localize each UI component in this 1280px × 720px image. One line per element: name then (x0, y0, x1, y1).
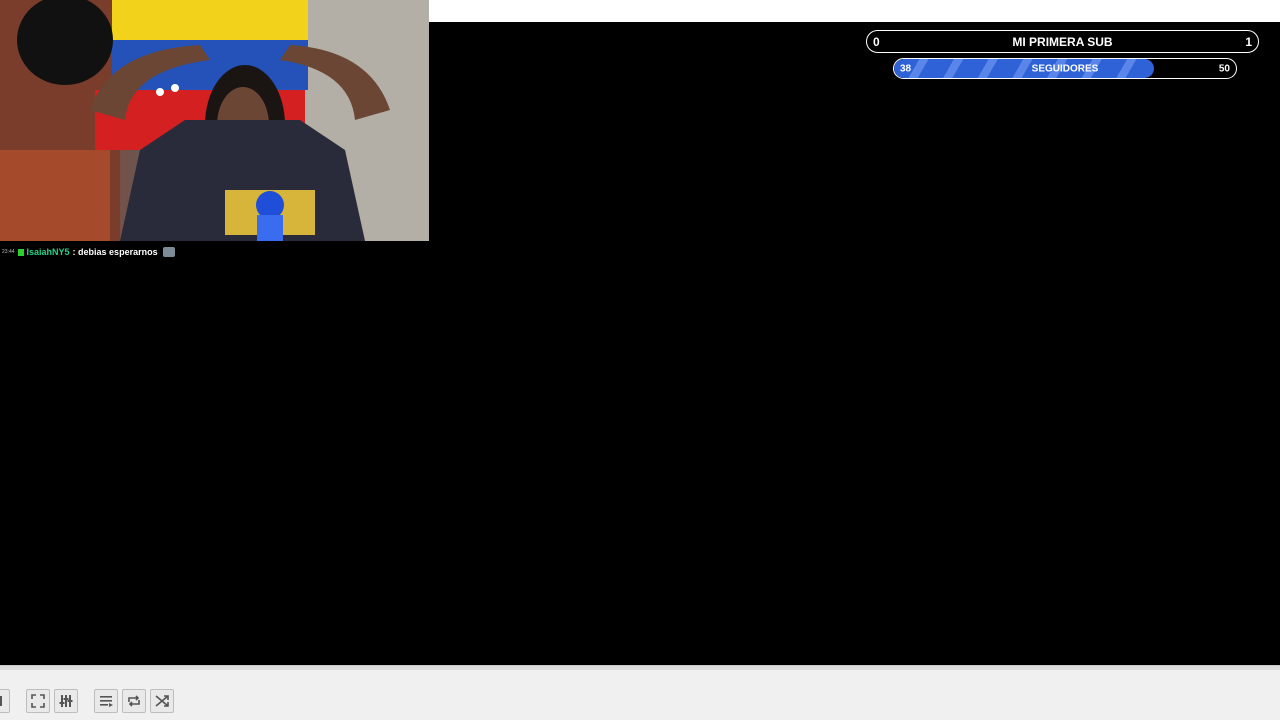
skip-icon[interactable] (0, 689, 10, 713)
shuffle-icon[interactable] (150, 689, 174, 713)
sub-goal-max: 1 (1245, 34, 1252, 49)
chat-message: 23:44 IsaiahNY5 : debias esperarnos (2, 246, 175, 258)
badge-icon (17, 248, 24, 256)
loop-icon[interactable] (122, 689, 146, 713)
top-strip (429, 0, 1280, 22)
followers-goal-bar: 38 SEGUIDORES 50 (893, 58, 1237, 79)
chat-text: : debias esperarnos (72, 247, 158, 257)
webcam-feed (0, 0, 429, 241)
chat-username: IsaiahNY5 (26, 247, 70, 257)
webcam-image (0, 0, 429, 241)
followers-goal-max: 50 (1218, 63, 1230, 74)
player-controls (0, 670, 1280, 720)
sub-goal-bar: 0 MI PRIMERA SUB 1 (866, 30, 1259, 53)
equalizer-icon[interactable] (54, 689, 78, 713)
fullscreen-icon[interactable] (26, 689, 50, 713)
sub-goal-title: MI PRIMERA SUB (1012, 34, 1113, 49)
video-output: 23:44 IsaiahNY5 : debias esperarnos 0 MI… (0, 0, 1280, 665)
chat-timestamp: 23:44 (2, 249, 15, 255)
emote-icon (162, 247, 175, 257)
followers-goal-title: SEGUIDORES (1031, 63, 1099, 74)
playlist-icon[interactable] (94, 689, 118, 713)
